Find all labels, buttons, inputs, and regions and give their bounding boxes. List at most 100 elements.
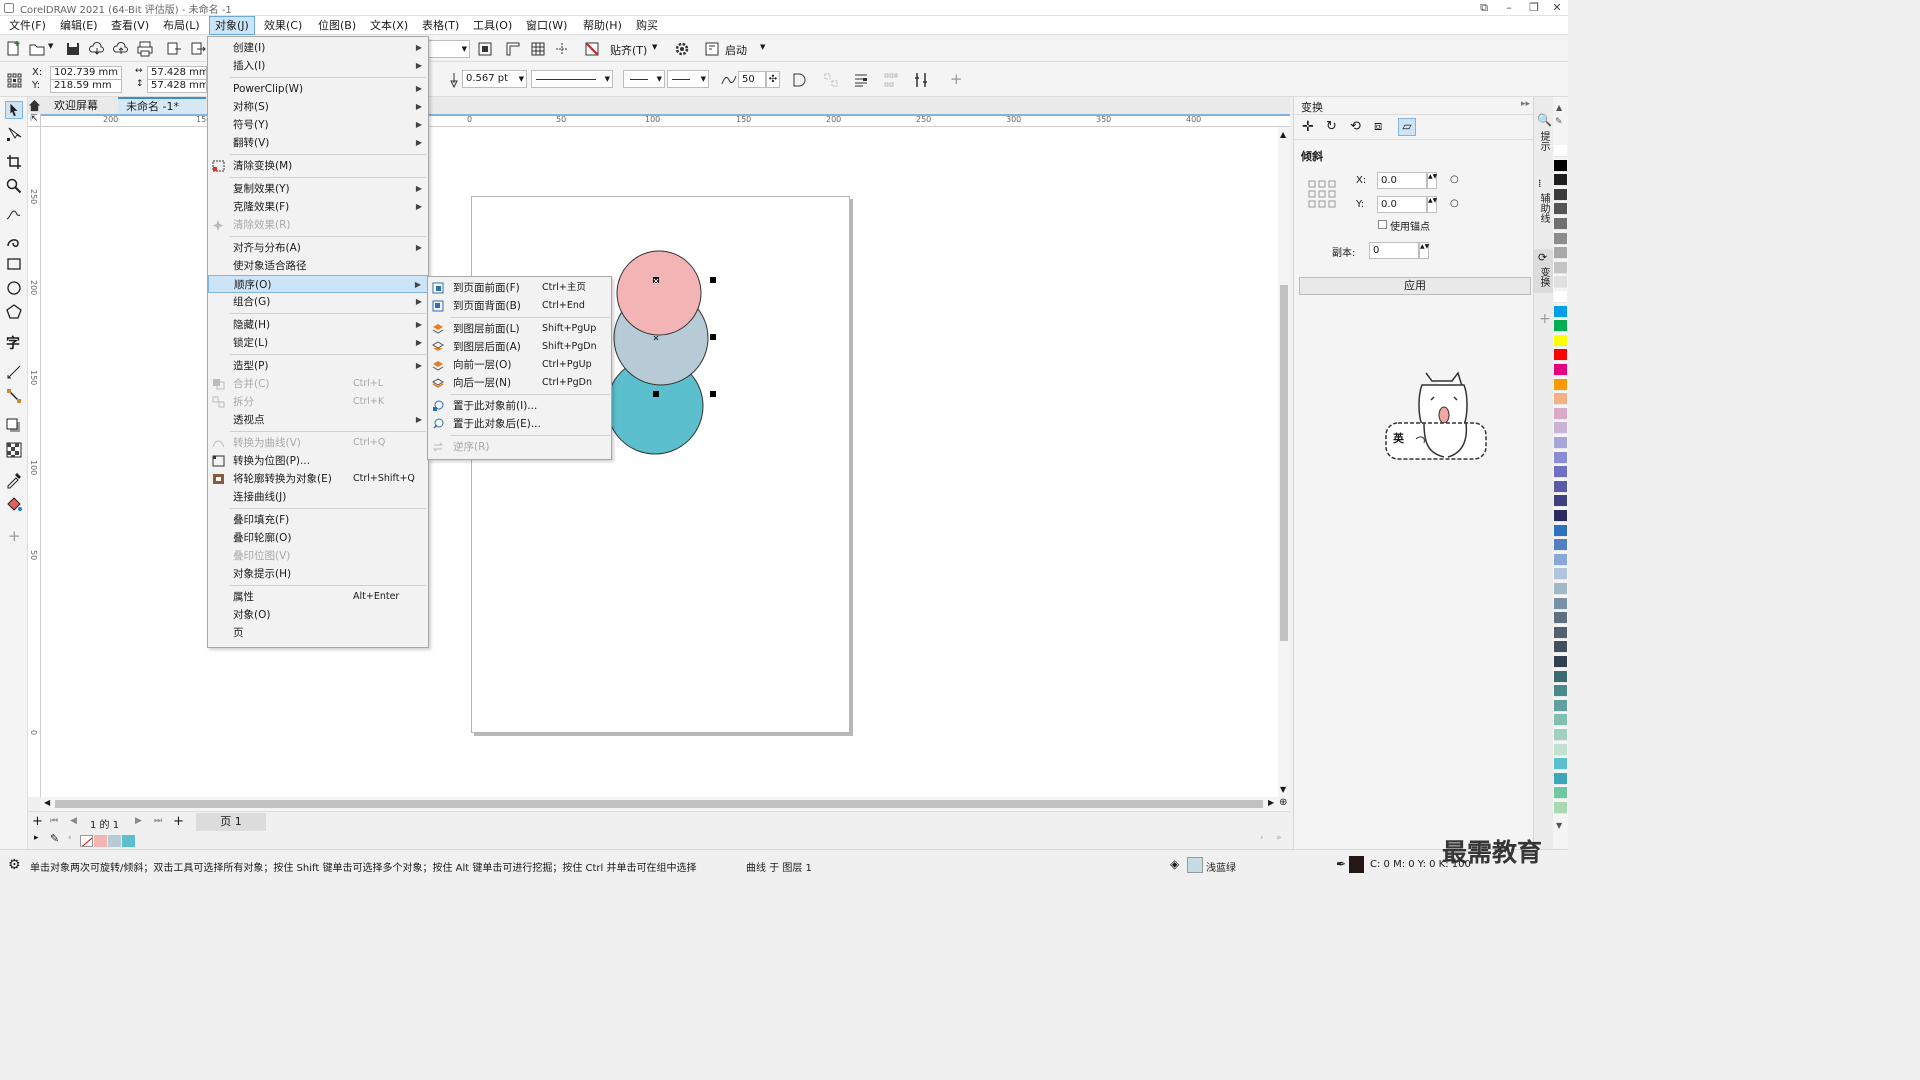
palette-eyedropper-icon[interactable]: ✎ (1555, 117, 1563, 127)
ime-language-indicator[interactable]: 英 (1393, 430, 1404, 446)
shape-tool-icon[interactable] (5, 125, 23, 143)
palette-swatch[interactable] (1554, 480, 1567, 493)
palette-swatch[interactable] (1554, 743, 1567, 756)
transform-tab-icon[interactable]: ⟳ (1538, 251, 1547, 264)
horizontal-scrollbar[interactable]: ◀ ▶ ⊕ (41, 797, 1290, 811)
skew-y-spinner-icon[interactable]: ▲▼ (1427, 196, 1437, 213)
zoom-level-select[interactable]: ▼ (428, 40, 470, 58)
palette-swatch[interactable] (1554, 437, 1567, 449)
object-menu-item-33[interactable]: 叠印轮廓(O) (208, 529, 428, 547)
skew-y-field[interactable]: 0.0 (1377, 196, 1427, 213)
guidelines-tab-icon[interactable]: ⁞ (1538, 177, 1542, 190)
status-outline-swatch[interactable] (1349, 856, 1364, 873)
previous-page-icon[interactable]: ◀ (70, 816, 77, 826)
menu-0[interactable]: 文件(F) (4, 16, 51, 35)
vertical-scroll-thumb[interactable] (1280, 285, 1288, 641)
transparency-tool-icon[interactable] (5, 441, 23, 459)
palette-swatch[interactable] (1554, 524, 1567, 537)
tab-transform[interactable]: 变换 (1536, 267, 1551, 287)
palette-swatch[interactable] (1554, 159, 1567, 172)
doc-swatch-gray-blue[interactable] (108, 835, 121, 847)
connector-tool-icon[interactable] (5, 387, 23, 405)
x-position-field[interactable]: 102.739 mm (50, 66, 122, 80)
menu-8[interactable]: 表格(T) (417, 16, 464, 35)
zoom-fit-icon[interactable]: ⊕ (1279, 797, 1287, 808)
line-style-select[interactable]: ▼ (531, 70, 613, 88)
palette-swatch[interactable] (1554, 451, 1567, 464)
apply-button[interactable]: 应用 (1299, 277, 1531, 295)
palette-swatch[interactable] (1554, 174, 1567, 187)
palette-swatch[interactable] (1554, 247, 1567, 260)
wrap-text-icon[interactable] (852, 71, 870, 89)
object-menu-item-35[interactable]: 对象提示(H) (208, 565, 428, 583)
palette-swatch[interactable] (1554, 641, 1567, 654)
palette-swatch[interactable] (1554, 218, 1567, 230)
size-icon[interactable]: ⧈ (1374, 119, 1382, 134)
order-menu-item-8[interactable]: 置于此对象前(I)... (428, 397, 611, 415)
pick-tool-icon[interactable] (5, 101, 23, 119)
selection-handle-bottom[interactable] (653, 391, 659, 397)
guidelines-icon[interactable] (553, 40, 571, 58)
doc-swatch-teal[interactable] (122, 835, 135, 847)
next-page-icon[interactable]: ▶ (135, 816, 142, 826)
outline-width-select[interactable]: 0.567 pt ▼ (462, 70, 527, 88)
scroll-up-icon[interactable]: ▲ (1280, 130, 1286, 139)
palette-scroll-down-icon[interactable]: ▼ (1556, 821, 1562, 830)
launch-menu[interactable]: 启动 (725, 42, 747, 58)
width-field[interactable]: 57.428 mm (147, 66, 207, 80)
position-icon[interactable]: ✛ (1302, 119, 1314, 135)
object-menu-item-19[interactable]: 隐藏(H) ▶ (208, 316, 428, 334)
palette-swatch[interactable] (1554, 802, 1567, 814)
menu-7[interactable]: 文本(X) (365, 16, 413, 35)
zoom-tool-icon[interactable] (5, 177, 23, 195)
palette-expand-icon[interactable]: ▸ (34, 833, 39, 843)
hints-icon[interactable]: 🔍 (1537, 113, 1552, 127)
palette-swatch[interactable] (1554, 568, 1567, 581)
scroll-right-icon[interactable]: ▶ (1268, 798, 1274, 807)
palette-swatch[interactable] (1554, 422, 1567, 435)
palette-swatch[interactable] (1554, 188, 1567, 201)
palette-swatch[interactable] (1554, 553, 1567, 566)
object-menu-item-30[interactable]: 连接曲线(J) (208, 488, 428, 506)
palette-swatch[interactable] (1554, 393, 1567, 406)
outline-pen-status-icon[interactable]: ✒ (1336, 857, 1346, 871)
palette-swatch[interactable] (1554, 626, 1567, 639)
palette-swatch[interactable] (1554, 261, 1567, 274)
rectangle-tool-icon[interactable] (5, 255, 23, 273)
palette-swatch[interactable] (1554, 729, 1567, 741)
restore-panel-icon[interactable]: ⧉ (1470, 0, 1498, 16)
palette-swatch[interactable] (1554, 583, 1567, 595)
circle-2[interactable] (616, 250, 702, 336)
palette-swatch[interactable] (1554, 510, 1567, 522)
cloud-download-icon[interactable] (88, 40, 106, 58)
rulers-icon[interactable] (504, 40, 522, 58)
menu-12[interactable]: 购买 (631, 16, 663, 35)
object-menu-item-0[interactable]: 创建(I) ▶ (208, 39, 428, 57)
order-menu-item-5[interactable]: 向前一层(O) Ctrl+PgUp (428, 356, 611, 374)
palette-swatch[interactable] (1554, 787, 1567, 800)
palette-swatch[interactable] (1554, 320, 1567, 333)
palette-swatch[interactable] (1554, 334, 1567, 347)
start-arrow-select[interactable]: ▼ (623, 70, 665, 88)
add-tool-icon[interactable]: + (8, 527, 21, 545)
palette-swatch[interactable] (1554, 539, 1567, 552)
polygon-tool-icon[interactable] (5, 303, 23, 321)
export-icon[interactable] (189, 40, 207, 58)
end-arrow-select[interactable]: ▼ (667, 70, 709, 88)
object-menu-item-14[interactable]: 对齐与分布(A) ▶ (208, 239, 428, 257)
palette-swatch[interactable] (1554, 772, 1567, 785)
menu-11[interactable]: 帮助(H) (578, 16, 627, 35)
ruler-origin-icon[interactable]: ⇱ (28, 114, 41, 127)
minimize-button[interactable]: – (1495, 0, 1523, 16)
selection-handle-bottom-right[interactable] (710, 391, 716, 397)
menu-3[interactable]: 布局(L) (158, 16, 205, 35)
palette-swatch[interactable] (1554, 612, 1567, 625)
eyedropper-icon[interactable] (5, 471, 23, 489)
cloud-upload-icon[interactable] (112, 40, 130, 58)
object-menu-item-32[interactable]: 叠印填充(F) (208, 511, 428, 529)
snap-to-menu[interactable]: 贴齐(T) (610, 42, 647, 58)
launch-dropdown-icon[interactable]: ▼ (760, 43, 765, 51)
palette-swatch[interactable] (1554, 656, 1567, 668)
object-menu-item-4[interactable]: 对称(S) ▶ (208, 98, 428, 116)
drop-shadow-icon[interactable] (5, 417, 23, 435)
